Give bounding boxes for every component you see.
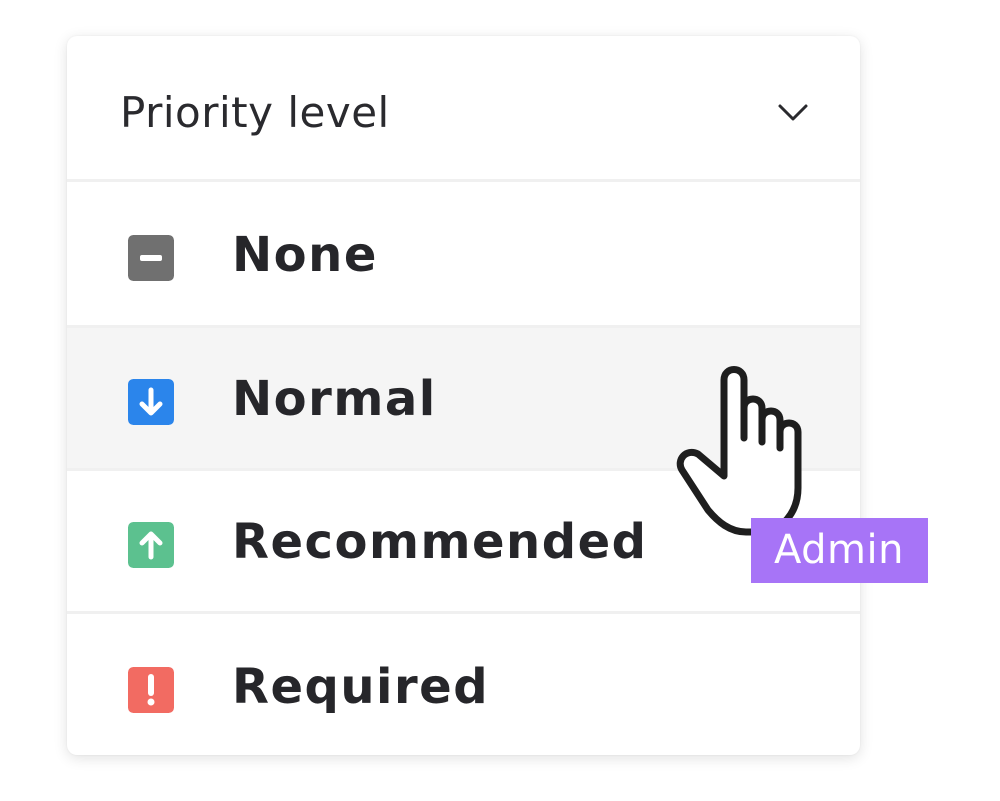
priority-option-none[interactable]: None: [67, 185, 860, 328]
option-label: Recommended: [232, 514, 648, 570]
priority-option-required[interactable]: Required: [67, 614, 860, 755]
pointer-hand-icon: [676, 366, 802, 536]
minus-icon: [128, 235, 174, 281]
admin-tag: Admin: [751, 518, 928, 583]
arrow-down-icon: [128, 379, 174, 425]
option-label: Required: [232, 659, 490, 715]
stage: Priority level None Normal Recommended R…: [0, 0, 1000, 801]
exclamation-icon: [128, 667, 174, 713]
option-label: Normal: [232, 371, 437, 427]
dropdown-header[interactable]: Priority level: [67, 36, 860, 182]
chevron-down-icon[interactable]: [776, 100, 810, 124]
option-label: None: [232, 227, 378, 283]
dropdown-title: Priority level: [120, 88, 390, 137]
arrow-up-icon: [128, 522, 174, 568]
